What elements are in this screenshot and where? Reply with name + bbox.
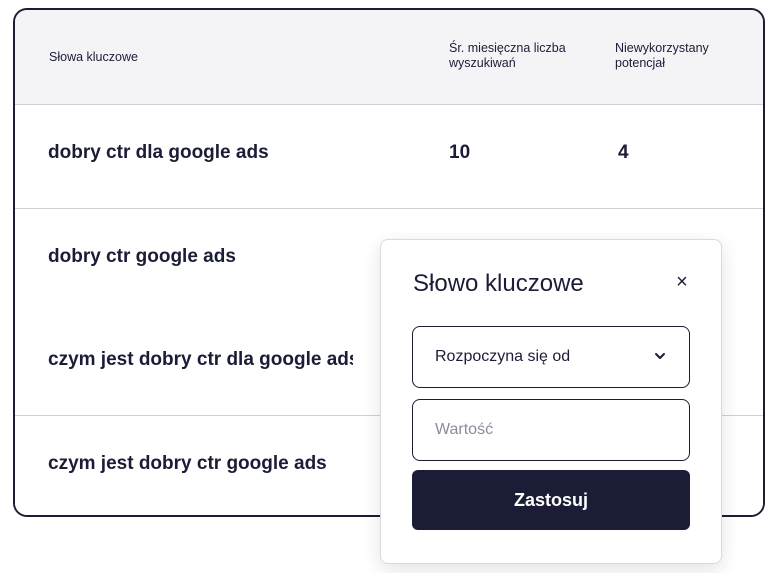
filter-title: Słowo kluczowe [413,270,584,297]
chevron-down-icon [655,353,665,359]
operator-select-value: Rozpoczyna się od [435,348,571,365]
column-header-volume[interactable]: Śr. miesięczna liczba wyszukiwań [449,41,599,71]
keyword-cell: dobry ctr dla google ads [48,142,269,163]
table-row[interactable]: dobry ctr dla google ads 10 4 [15,105,763,209]
keyword-cell: dobry ctr google ads [48,246,236,267]
apply-button[interactable]: Zastosuj [412,470,690,530]
close-icon[interactable]: × [671,271,693,293]
operator-select[interactable]: Rozpoczyna się od [412,326,690,388]
value-input[interactable] [412,399,690,461]
keyword-cell: czym jest dobry ctr google ads [48,453,327,474]
column-header-potential[interactable]: Niewykorzystany potencjał [615,41,755,71]
potential-cell: 4 [618,142,629,163]
keyword-filter-popover: Słowo kluczowe × Rozpoczyna się od Zasto… [380,239,722,564]
column-header-keyword[interactable]: Słowa kluczowe [49,50,138,65]
keyword-cell: czym jest dobry ctr dla google ads [48,349,353,370]
table-header: Słowa kluczowe Śr. miesięczna liczba wys… [15,10,763,105]
volume-cell: 10 [449,142,471,163]
